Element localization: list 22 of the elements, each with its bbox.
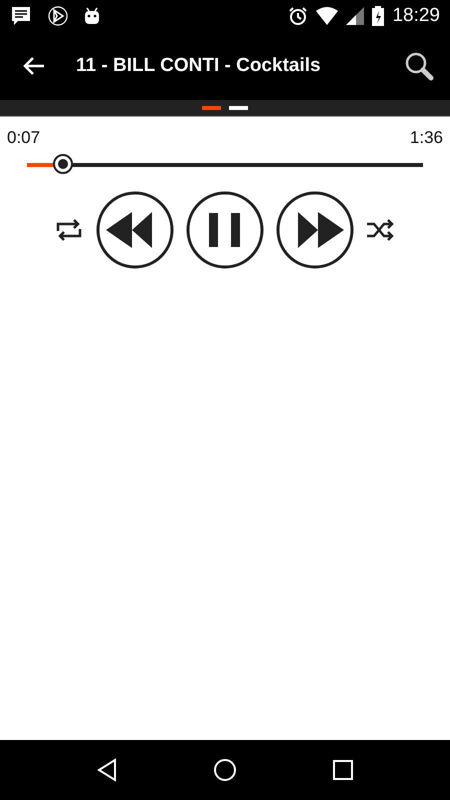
alarm-icon [288,6,308,26]
home-nav-button[interactable] [212,758,237,782]
rewind-button[interactable] [96,190,174,268]
pause-button[interactable] [186,190,264,268]
wifi-icon [316,7,338,25]
android-icon [84,7,100,25]
elapsed-time: 0:07 [7,127,40,149]
track-title: 11 - BILL CONTI - Cocktails [76,54,321,78]
message-icon [10,5,32,27]
repeat-button[interactable] [54,218,84,240]
shuffle-button[interactable] [366,218,396,240]
duration-time: 1:36 [410,127,443,149]
search-button[interactable] [404,51,434,81]
battery-icon [372,6,384,26]
back-button[interactable] [22,56,46,76]
back-nav-button[interactable] [96,758,118,782]
play-circle-icon [48,6,68,26]
clock-time: 18:29 [392,4,440,28]
fast-forward-button[interactable] [276,190,354,268]
seek-thumb[interactable] [52,154,73,174]
recents-nav-button[interactable] [332,759,354,781]
signal-icon [346,7,364,25]
